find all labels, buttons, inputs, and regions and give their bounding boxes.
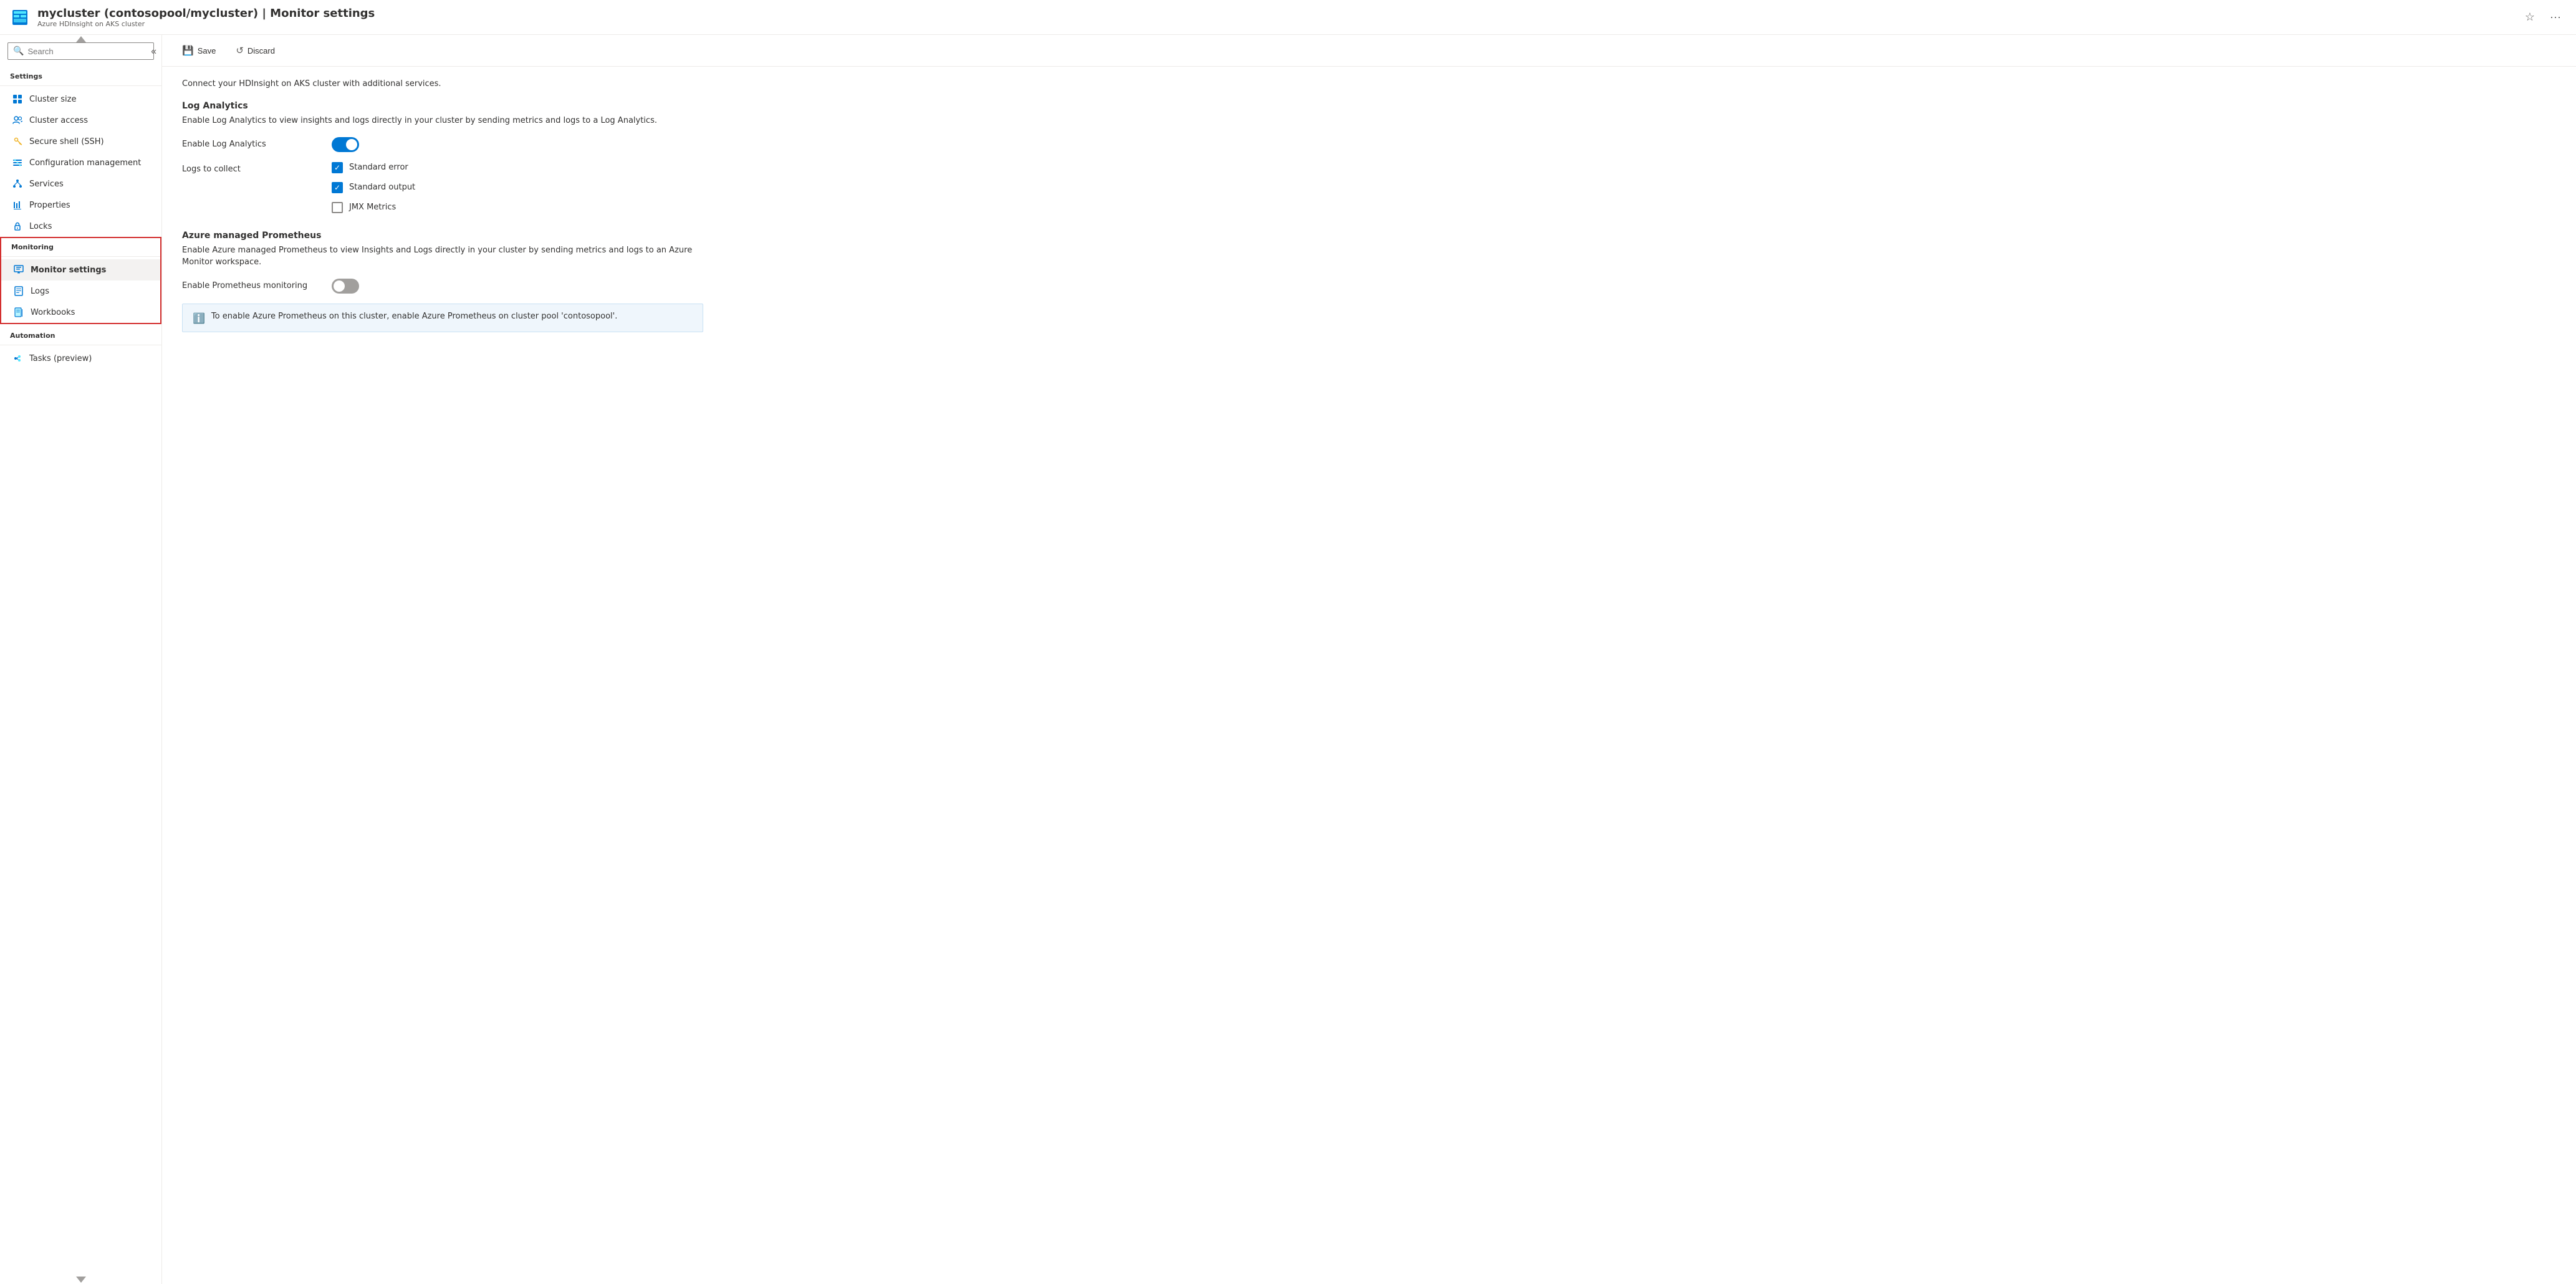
header-actions: ☆ ···: [2520, 8, 2566, 26]
azure-prometheus-title: Azure managed Prometheus: [182, 231, 703, 241]
favorite-button[interactable]: ☆: [2520, 8, 2540, 26]
locks-label: Locks: [29, 222, 52, 231]
jmx-metrics-item[interactable]: JMX Metrics: [332, 202, 415, 213]
collapse-sidebar-button[interactable]: «: [151, 46, 156, 57]
sidebar-item-properties[interactable]: Properties: [0, 194, 161, 216]
secure-shell-icon: [12, 136, 23, 147]
azure-prometheus-section: Azure managed Prometheus Enable Azure ma…: [182, 231, 703, 332]
cluster-size-icon: [12, 93, 23, 105]
monitoring-section: Monitoring Monitor settings Logs: [0, 237, 161, 324]
sidebar-item-workbooks[interactable]: Workbooks: [1, 302, 160, 323]
sidebar-item-secure-shell[interactable]: Secure shell (SSH): [0, 131, 161, 152]
jmx-metrics-checkbox[interactable]: [332, 202, 343, 213]
search-box[interactable]: 🔍: [7, 42, 154, 60]
cluster-size-label: Cluster size: [29, 95, 76, 104]
page-title: mycluster (contosopool/mycluster) | Moni…: [37, 7, 2512, 20]
sidebar-item-configuration-management[interactable]: Configuration management: [0, 152, 161, 173]
sidebar: 🔍 « Settings Cluster size Cluster access: [0, 35, 162, 1284]
enable-log-analytics-label: Enable Log Analytics: [182, 137, 319, 149]
discard-icon: ↺: [236, 45, 244, 56]
header-title-group: mycluster (contosopool/mycluster) | Moni…: [37, 7, 2512, 28]
monitor-settings-label: Monitor settings: [31, 266, 106, 275]
content-description: Connect your HDInsight on AKS cluster wi…: [182, 79, 703, 89]
services-label: Services: [29, 180, 64, 189]
save-icon: 💾: [182, 45, 194, 56]
logs-to-collect-row: Logs to collect Standard error Standard …: [182, 162, 703, 213]
sidebar-item-cluster-size[interactable]: Cluster size: [0, 89, 161, 110]
log-analytics-title: Log Analytics: [182, 101, 703, 111]
cluster-access-icon: [12, 115, 23, 126]
toolbar: 💾 Save ↺ Discard: [162, 35, 2576, 67]
logs-checkbox-group: Standard error Standard output JMX Metri…: [332, 162, 415, 213]
content-area: Connect your HDInsight on AKS cluster wi…: [162, 67, 723, 362]
jmx-metrics-label: JMX Metrics: [349, 203, 396, 212]
sidebar-item-locks[interactable]: Locks: [0, 216, 161, 237]
azure-prometheus-description: Enable Azure managed Prometheus to view …: [182, 244, 703, 269]
standard-error-label: Standard error: [349, 163, 408, 172]
services-icon: [12, 178, 23, 189]
monitoring-section-label: Monitoring: [1, 238, 160, 254]
save-label: Save: [198, 46, 216, 55]
log-analytics-description: Enable Log Analytics to view insights an…: [182, 115, 703, 127]
toggle-slider: [332, 137, 359, 152]
cluster-access-label: Cluster access: [29, 116, 88, 125]
sidebar-scroll-up[interactable]: [76, 36, 86, 42]
workbooks-label: Workbooks: [31, 308, 75, 317]
properties-icon: [12, 199, 23, 211]
standard-output-label: Standard output: [349, 183, 415, 192]
standard-error-checkbox[interactable]: [332, 162, 343, 173]
enable-prometheus-label: Enable Prometheus monitoring: [182, 279, 319, 290]
more-button[interactable]: ···: [2545, 8, 2566, 26]
settings-section-label: Settings: [0, 65, 161, 83]
enable-log-analytics-toggle[interactable]: [332, 137, 359, 152]
main-layout: 🔍 « Settings Cluster size Cluster access: [0, 35, 2576, 1284]
logs-icon: [13, 285, 24, 297]
locks-icon: [12, 221, 23, 232]
properties-label: Properties: [29, 201, 70, 210]
sidebar-item-monitor-settings[interactable]: Monitor settings: [1, 259, 160, 280]
app-icon: [10, 7, 30, 27]
search-icon: 🔍: [13, 46, 24, 56]
standard-error-item[interactable]: Standard error: [332, 162, 415, 173]
standard-output-item[interactable]: Standard output: [332, 182, 415, 193]
tasks-preview-label: Tasks (preview): [29, 354, 92, 363]
prometheus-info-box: ℹ️ To enable Azure Prometheus on this cl…: [182, 304, 703, 332]
sidebar-item-logs[interactable]: Logs: [1, 280, 160, 302]
sidebar-item-tasks-preview[interactable]: Tasks (preview): [0, 348, 161, 369]
workbooks-icon: [13, 307, 24, 318]
settings-divider: [0, 85, 161, 86]
tasks-preview-icon: [12, 353, 23, 364]
logs-to-collect-label: Logs to collect: [182, 162, 319, 174]
page-header: mycluster (contosopool/mycluster) | Moni…: [0, 0, 2576, 35]
logs-label: Logs: [31, 287, 49, 296]
page-subtitle: Azure HDInsight on AKS cluster: [37, 20, 2512, 28]
discard-label: Discard: [248, 46, 275, 55]
sidebar-scroll-down[interactable]: [76, 1277, 86, 1283]
monitoring-divider: [1, 256, 160, 257]
prometheus-info-text: To enable Azure Prometheus on this clust…: [211, 312, 617, 321]
prometheus-toggle-slider: [332, 279, 359, 294]
configuration-management-label: Configuration management: [29, 158, 141, 168]
standard-output-checkbox[interactable]: [332, 182, 343, 193]
secure-shell-label: Secure shell (SSH): [29, 137, 104, 146]
search-input[interactable]: [27, 47, 148, 56]
monitor-settings-icon: [13, 264, 24, 275]
configuration-management-icon: [12, 157, 23, 168]
enable-prometheus-row: Enable Prometheus monitoring: [182, 279, 703, 294]
sidebar-item-cluster-access[interactable]: Cluster access: [0, 110, 161, 131]
enable-log-analytics-row: Enable Log Analytics: [182, 137, 703, 152]
save-button[interactable]: 💾 Save: [177, 41, 221, 60]
sidebar-item-services[interactable]: Services: [0, 173, 161, 194]
automation-section-label: Automation: [0, 324, 161, 342]
info-icon: ℹ️: [193, 312, 205, 324]
enable-prometheus-toggle[interactable]: [332, 279, 359, 294]
discard-button[interactable]: ↺ Discard: [231, 41, 280, 60]
main-content: 💾 Save ↺ Discard Connect your HDInsight …: [162, 35, 2576, 1284]
log-analytics-section: Log Analytics Enable Log Analytics to vi…: [182, 101, 703, 213]
